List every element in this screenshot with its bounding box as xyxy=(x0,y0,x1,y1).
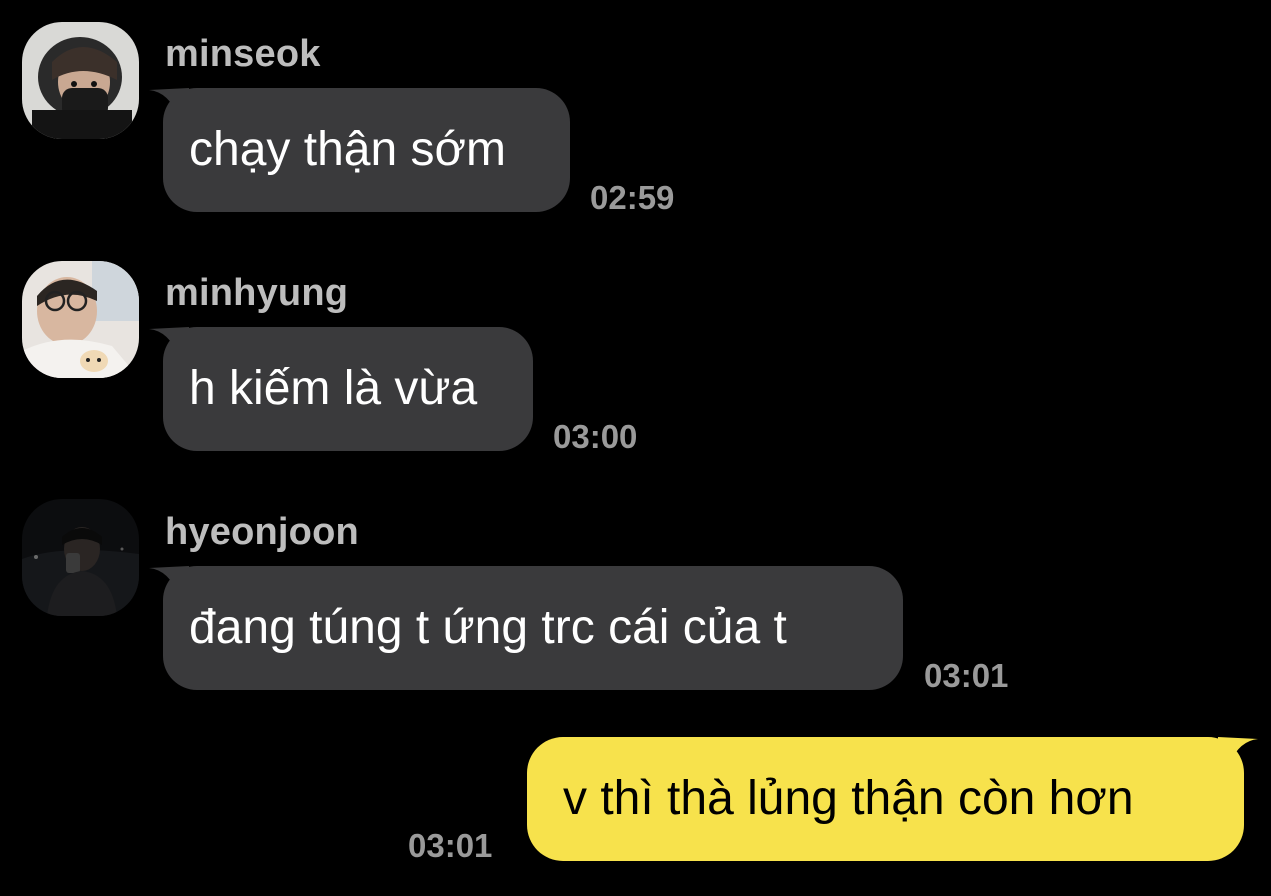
profile-photo-icon xyxy=(22,499,139,616)
message-time: 03:01 xyxy=(924,657,1009,694)
message-time: 03:00 xyxy=(553,418,638,455)
avatar[interactable] xyxy=(22,261,139,378)
message-text: đang túng t ứng trc cái của t xyxy=(189,601,787,654)
bubble-tail xyxy=(1218,737,1258,767)
sender-name: minhyung xyxy=(165,272,349,314)
message-time: 03:01 xyxy=(408,827,493,864)
avatar[interactable] xyxy=(22,22,139,139)
avatar[interactable] xyxy=(22,499,139,616)
bubble-tail xyxy=(149,327,189,357)
bubble-tail xyxy=(149,88,189,118)
message-bubble[interactable]: đang túng t ứng trc cái của t xyxy=(149,566,903,690)
sender-name: minseok xyxy=(165,33,321,75)
message-time: 02:59 xyxy=(590,179,675,216)
profile-photo-icon xyxy=(22,261,139,378)
chat-screen: { "messages": [ {"sender": "minseok", "t… xyxy=(0,0,1271,896)
message-bubble[interactable]: h kiếm là vừa xyxy=(149,327,533,451)
my-message-bubble[interactable]: v thì thà lủng thận còn hơn xyxy=(527,737,1258,861)
sender-name: hyeonjoon xyxy=(165,511,359,553)
bubble-tail xyxy=(149,566,189,596)
message-text: chạy thận sớm xyxy=(189,123,506,176)
message-text: h kiếm là vừa xyxy=(189,362,478,415)
message-text: v thì thà lủng thận còn hơn xyxy=(563,772,1134,825)
message-bubble[interactable]: chạy thận sớm xyxy=(149,88,570,212)
profile-photo-icon xyxy=(22,22,139,139)
